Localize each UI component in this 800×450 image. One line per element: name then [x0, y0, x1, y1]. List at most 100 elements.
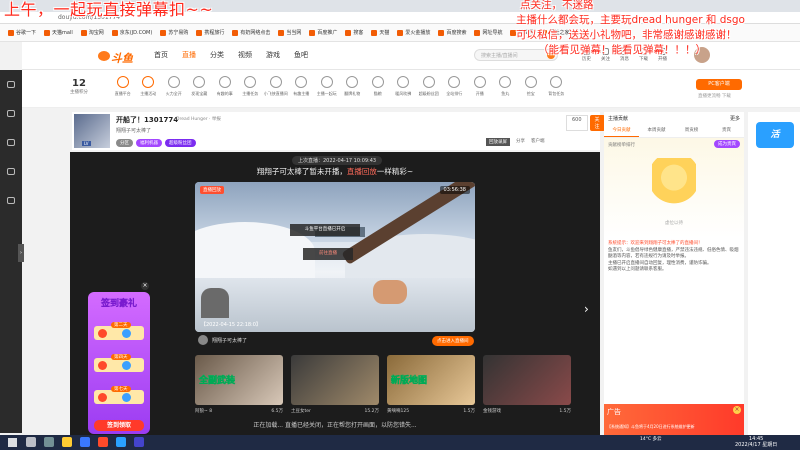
- nav-video[interactable]: 视频: [238, 50, 252, 60]
- follow-button[interactable]: 关注: [589, 115, 605, 131]
- nav-category[interactable]: 分类: [210, 50, 224, 60]
- room-category[interactable]: Dread Hunger · 举报: [176, 116, 221, 122]
- category-item[interactable]: 猫粮: [365, 76, 391, 97]
- category-item[interactable]: 开播: [467, 76, 493, 97]
- badge-welfare[interactable]: 福利机器: [136, 139, 162, 147]
- streamer-avatar[interactable]: LV: [74, 114, 110, 148]
- chevron-right-icon[interactable]: ›: [584, 302, 589, 316]
- nav-game[interactable]: 游戏: [266, 50, 280, 60]
- bookmark-item[interactable]: 谷歌一下: [6, 29, 38, 36]
- bookmark-item[interactable]: 携程旅行: [194, 29, 226, 36]
- enter-room-button[interactable]: 点击进入直播间: [432, 336, 474, 346]
- bookmark-item[interactable]: 有奶网络点击: [230, 29, 272, 36]
- bookmark-item[interactable]: 网址导航: [472, 29, 504, 36]
- bookmark-item[interactable]: 天猫mall: [42, 29, 75, 36]
- bookmark-item[interactable]: 淘宝网: [79, 29, 106, 36]
- sidebar-item-follow[interactable]: [0, 70, 22, 99]
- recommended-list: 全副武装 阿狼~ 8 6.5万 土豆女ter 15.2万 新版地图 黄嘀嘀125 1.…: [195, 355, 571, 414]
- replay-link[interactable]: 直播回放: [347, 167, 377, 176]
- weather-widget[interactable]: 14°C 多云: [640, 437, 662, 443]
- clock[interactable]: 14:45 2022/4/17 星期日: [735, 436, 777, 448]
- category-icon: [167, 76, 180, 88]
- follow-count: 600: [566, 115, 588, 131]
- tab-week[interactable]: 本周贡献: [639, 124, 674, 137]
- more-link[interactable]: 更多: [730, 115, 740, 122]
- tab-vip[interactable]: 贵宾: [709, 124, 744, 137]
- site-logo[interactable]: 斗鱼: [98, 48, 134, 65]
- bookmark-item[interactable]: 京东(JD.COM): [110, 29, 155, 36]
- windows-start-icon[interactable]: [8, 438, 17, 447]
- bookmark-item[interactable]: 苏宁易购: [158, 29, 190, 36]
- event-badge-icon[interactable]: 活: [756, 122, 794, 148]
- category-item[interactable]: 有趣的事: [212, 76, 238, 97]
- nav-yuba[interactable]: 鱼吧: [294, 50, 308, 60]
- become-vip-button[interactable]: 成为贵宾: [714, 140, 740, 148]
- category-item[interactable]: 主播活动: [136, 76, 162, 97]
- rec-card[interactable]: 全副武装 阿狼~ 8 6.5万: [195, 355, 283, 414]
- category-icon: [550, 76, 563, 88]
- collapse-sidebar-handle[interactable]: ›: [18, 244, 24, 262]
- bookmark-item[interactable]: 当当网: [276, 29, 303, 36]
- category-item[interactable]: 超级粉丝团: [416, 76, 442, 97]
- rec-card[interactable]: 土豆女ter 15.2万: [291, 355, 379, 414]
- folder-icon[interactable]: [62, 437, 72, 447]
- bookmark-item[interactable]: 天猫: [369, 29, 391, 36]
- close-icon[interactable]: ×: [733, 406, 741, 414]
- rec-card[interactable]: 金钱游戏 1.5万: [483, 355, 571, 414]
- sidebar-item-live[interactable]: [0, 186, 22, 215]
- app-icon[interactable]: [116, 437, 126, 447]
- badge-fan-club[interactable]: 超级粉丝团: [165, 139, 196, 147]
- sidebar-item-cloud-game[interactable]: [0, 157, 22, 186]
- sidebar-item-game[interactable]: [0, 128, 22, 157]
- bookmark-item[interactable]: 百度搜索: [436, 29, 468, 36]
- app-icon[interactable]: [80, 437, 90, 447]
- bookmark-icon: [8, 29, 14, 36]
- bookmark-item[interactable]: 搜客: [343, 29, 365, 36]
- category-item[interactable]: 暖风吹拂: [391, 76, 417, 97]
- category-item[interactable]: 火力全开: [161, 76, 187, 97]
- nav-home[interactable]: 首页: [154, 50, 168, 60]
- category-item[interactable]: 翻牌礼物: [340, 76, 366, 97]
- signin-widget[interactable]: × 签到豪礼 第二天 第四天 第七天 签到领取: [88, 282, 150, 434]
- badge-zone[interactable]: 分区: [116, 139, 133, 147]
- tab-today[interactable]: 今日贡献: [604, 124, 639, 137]
- chrome-icon[interactable]: [134, 437, 144, 447]
- category-item[interactable]: 有趣主播: [289, 76, 315, 97]
- search-icon[interactable]: [26, 437, 36, 447]
- category-item[interactable]: 主播一起玩: [314, 76, 340, 97]
- category-item[interactable]: 挖宝: [518, 76, 544, 97]
- bookmark-icon: [111, 29, 118, 36]
- sidebar-item-rank[interactable]: [0, 99, 22, 128]
- category-item[interactable]: 小飞侠直播间: [263, 76, 289, 97]
- category-item[interactable]: 鱼丸: [493, 76, 519, 97]
- streamer-name[interactable]: 翔翔子可太棒了: [116, 127, 151, 134]
- gift-icon: [98, 393, 107, 402]
- replay-button[interactable]: 回放录屏: [486, 138, 510, 146]
- client-button[interactable]: 客户端: [531, 138, 545, 146]
- overlay-notice: 点关注，不迷路 主播什么都会玩，主要玩dread hunger 和 dsgo 可…: [516, 0, 800, 58]
- tab-week-rank[interactable]: 周贡榜: [674, 124, 709, 137]
- category-item[interactable]: 发现宝藏: [187, 76, 213, 97]
- rec-card[interactable]: 新版地图 黄嘀嘀125 1.5万: [387, 355, 475, 414]
- streamer-cam: [201, 288, 229, 318]
- category-item[interactable]: 直播平台: [110, 76, 136, 97]
- app-icon[interactable]: [98, 437, 108, 447]
- ad-banner[interactable]: 广告 × 【系统通知】斗鱼将于4月20日进行系统维护更新: [604, 404, 744, 435]
- bookmark-item[interactable]: 爱火金播放: [395, 29, 432, 36]
- overlay-title: 上午，一起玩直接弹幕扣~~: [4, 0, 214, 19]
- category-item[interactable]: 背包任务: [544, 76, 570, 97]
- signin-claim-button[interactable]: 签到领取: [94, 420, 144, 431]
- points-counter[interactable]: 12 主播积分: [70, 78, 88, 95]
- popup-button[interactable]: 前往直播: [303, 248, 353, 260]
- category-item[interactable]: 全站排行: [442, 76, 468, 97]
- rank-area: 贡献榜单排行 成为贵宾 虚位以待: [604, 138, 744, 238]
- pc-client-button[interactable]: PC客户端: [696, 79, 742, 90]
- share-button[interactable]: 分享: [516, 138, 525, 146]
- nav-live[interactable]: 直播: [182, 50, 196, 60]
- category-item[interactable]: 主播任务: [238, 76, 264, 97]
- close-icon[interactable]: ×: [141, 282, 149, 290]
- task-view-icon[interactable]: [44, 437, 54, 447]
- bookmark-icon: [232, 29, 239, 36]
- replay-video[interactable]: 直播回放 03:56:38 斗鱼平台直播已开启 前往直播 【2022-04-15…: [195, 182, 475, 332]
- bookmark-item[interactable]: 百度推广: [307, 29, 339, 36]
